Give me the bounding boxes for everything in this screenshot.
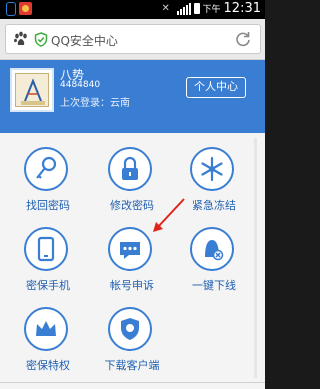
status-left	[6, 2, 32, 16]
avatar-logo-icon	[21, 78, 45, 105]
feature-grid: 找回密码 修改密码 紧急冻结 密保手机 帐号申诉 一键下线 密保特权 下载客户端	[0, 133, 265, 389]
phone-icon	[24, 227, 68, 271]
app-icon	[6, 2, 16, 16]
status-bar: ✕ 下午 12:31	[0, 0, 265, 19]
profile-qq-number: 4484840	[60, 80, 101, 90]
status-time: 12:31	[223, 1, 261, 16]
battery-icon	[193, 3, 200, 14]
tile-label: 帐号申诉	[110, 279, 154, 292]
key-icon	[24, 147, 68, 191]
browser-address-bar: QQ安全中心	[0, 19, 265, 60]
status-right: ✕ 下午 12:31	[162, 1, 261, 16]
tile-security-phone[interactable]: 密保手机	[4, 221, 92, 305]
tile-recover-password[interactable]: 找回密码	[4, 141, 92, 225]
page-title: QQ安全中心	[51, 34, 118, 48]
tile-download-client[interactable]: 下载客户端	[88, 301, 176, 385]
tile-label: 一键下线	[192, 279, 236, 292]
notification-icon	[19, 2, 32, 15]
url-field[interactable]: QQ安全中心	[5, 24, 261, 54]
profile-banner: 八势 4484840 上次登录：云南 个人中心	[0, 60, 265, 133]
shield-icon	[108, 307, 152, 351]
baidu-paw-icon[interactable]	[13, 31, 29, 47]
chat-bubble-icon	[108, 227, 152, 271]
scrollbar[interactable]	[254, 138, 257, 378]
refresh-icon[interactable]	[234, 30, 252, 48]
tile-label: 密保特权	[26, 359, 70, 372]
tile-security-privilege[interactable]: 密保特权	[4, 301, 92, 385]
mute-icon: ✕	[161, 2, 170, 14]
tile-label: 下载客户端	[104, 359, 160, 372]
avatar-image	[15, 73, 49, 107]
avatar[interactable]	[10, 68, 54, 112]
signal-icon	[176, 2, 191, 15]
status-ampm: 下午	[202, 5, 221, 15]
tile-label: 找回密码	[26, 199, 70, 212]
annotation-arrow-icon	[153, 198, 185, 232]
snowflake-icon	[190, 147, 234, 191]
profile-last-login: 上次登录：云南	[60, 98, 130, 109]
crown-icon	[24, 307, 68, 351]
divider	[0, 382, 265, 383]
tile-label: 密保手机	[26, 279, 70, 292]
security-shield-icon	[34, 32, 48, 47]
user-offline-icon	[190, 227, 234, 271]
personal-center-button[interactable]: 个人中心	[186, 77, 246, 98]
lock-icon	[108, 147, 152, 191]
